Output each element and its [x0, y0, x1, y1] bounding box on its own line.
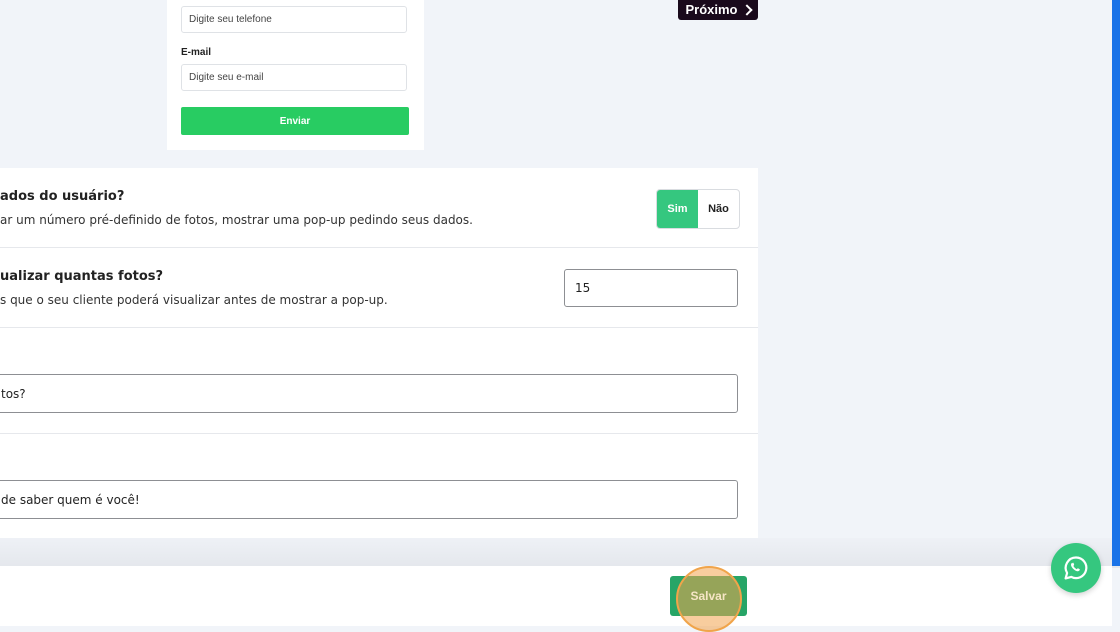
- setting-photo-limit: ualizar quantas fotos? s que o seu clien…: [0, 248, 758, 328]
- popup-title-value: tos?: [1, 386, 26, 401]
- next-button[interactable]: Próximo: [678, 0, 758, 20]
- preview-phone-input[interactable]: Digite seu telefone: [181, 6, 407, 33]
- toggle-no[interactable]: Não: [698, 190, 739, 228]
- photo-limit-value: 15: [575, 281, 591, 295]
- preview-email-input[interactable]: Digite seu e-mail: [181, 64, 407, 91]
- whatsapp-icon: [1064, 556, 1088, 580]
- preview-email-label: E-mail: [181, 47, 212, 58]
- preview-submit-button[interactable]: Enviar: [181, 107, 409, 135]
- setting-ask-user-data: ados do usuário? ar um número pré-defini…: [0, 168, 758, 248]
- save-button-label: Salvar: [690, 589, 727, 603]
- setting-title: ados do usuário?: [0, 189, 125, 204]
- preview-phone-placeholder: Digite seu telefone: [189, 14, 272, 25]
- settings-panel: ados do usuário? ar um número pré-defini…: [0, 168, 758, 538]
- yes-no-toggle: Sim Não: [656, 189, 740, 229]
- setting-title: ualizar quantas fotos?: [0, 269, 164, 284]
- setting-popup-message: de saber quem é você!: [0, 434, 758, 538]
- popup-message-input[interactable]: de saber quem é você!: [0, 480, 738, 519]
- whatsapp-button[interactable]: [1051, 543, 1101, 593]
- chevron-right-icon: [740, 3, 753, 16]
- popup-preview-card: Digite seu telefone E-mail Digite seu e-…: [167, 0, 424, 150]
- content-fade: [0, 538, 1120, 568]
- setting-popup-title: tos?: [0, 328, 758, 434]
- scrollbar[interactable]: [1112, 0, 1120, 566]
- next-button-label: Próximo: [685, 2, 738, 17]
- popup-title-input[interactable]: tos?: [0, 374, 738, 413]
- setting-description: ar um número pré-definido de fotos, most…: [0, 213, 473, 227]
- popup-message-value: de saber quem é você!: [1, 492, 140, 507]
- footer-bar: [0, 566, 1112, 626]
- toggle-yes[interactable]: Sim: [657, 190, 698, 228]
- photo-limit-input[interactable]: 15: [564, 269, 738, 307]
- preview-email-placeholder: Digite seu e-mail: [189, 72, 264, 83]
- setting-description: s que o seu cliente poderá visualizar an…: [0, 293, 388, 307]
